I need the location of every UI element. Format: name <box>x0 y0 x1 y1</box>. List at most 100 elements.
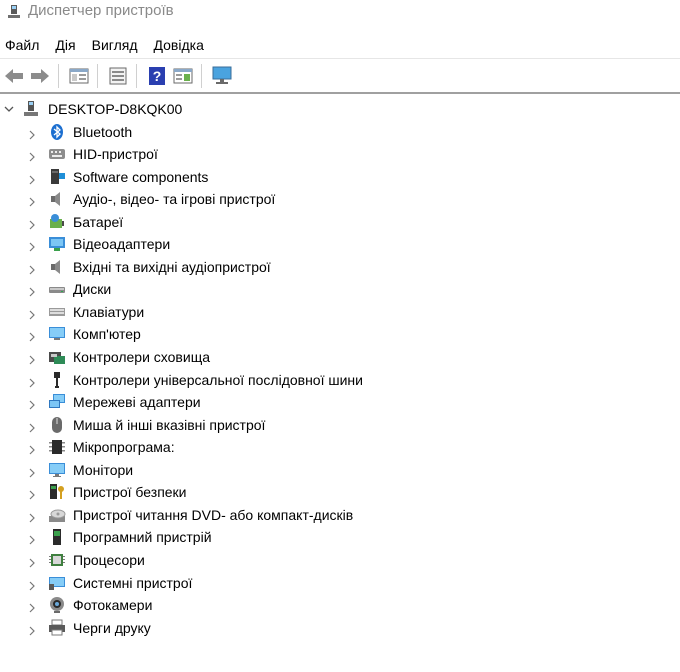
back-button[interactable] <box>2 64 26 88</box>
firmware-chip-icon <box>48 438 66 456</box>
chevron-right-icon[interactable] <box>28 262 36 275</box>
chevron-down-icon[interactable] <box>4 104 14 114</box>
tree-category-label: Контролери універсальної послідовної шин… <box>73 371 363 388</box>
tree-category-node[interactable]: Пристрої читання DVD- або компакт-дисків <box>0 504 680 526</box>
chevron-right-icon[interactable] <box>28 149 36 162</box>
tree-category-label: Процесори <box>73 551 145 568</box>
toolbar-separator <box>201 63 202 88</box>
chevron-right-icon[interactable] <box>28 375 36 387</box>
tree-category-label: Комп'ютер <box>73 326 141 343</box>
toolbar-separator <box>97 63 98 88</box>
tree-category-node[interactable]: Software components <box>0 166 680 188</box>
mouse-icon <box>48 416 66 434</box>
tree-category-node[interactable]: Монітори <box>0 459 680 481</box>
help-icon: ? <box>149 66 165 85</box>
tree-category-node[interactable]: Диски <box>0 278 680 300</box>
tree-category-node[interactable]: Комп'ютер <box>0 323 680 345</box>
tree-category-node[interactable]: Контролери універсальної послідовної шин… <box>0 369 680 391</box>
chevron-right-icon[interactable] <box>28 532 36 545</box>
tree-category-node[interactable]: Bluetooth <box>0 121 680 143</box>
chevron-right-icon[interactable] <box>28 239 36 252</box>
menu-file[interactable]: Файл <box>0 34 44 56</box>
tree-category-node[interactable]: Аудіо-, відео- та ігрові пристрої <box>0 188 680 210</box>
tree-category-node[interactable]: Миша й інші вказівні пристрої <box>0 414 680 436</box>
tree-category-node[interactable]: Мікропрограма: <box>0 436 680 458</box>
chevron-right-icon[interactable] <box>28 555 36 568</box>
tree-category-node[interactable]: HID-пристрої <box>0 143 680 165</box>
device-manager-app-icon <box>8 5 20 18</box>
forward-arrow-icon <box>31 68 49 83</box>
computer-tower-icon <box>24 101 38 116</box>
chevron-right-icon[interactable] <box>28 510 36 523</box>
help-button[interactable]: ? <box>145 64 169 88</box>
tree-category-label: Черги друку <box>73 619 151 636</box>
software-components-icon <box>48 168 66 186</box>
chevron-right-icon[interactable] <box>28 307 36 320</box>
back-arrow-icon <box>5 68 23 83</box>
tree-category-node[interactable]: Контролери сховища <box>0 346 680 368</box>
tree-category-label: HID-пристрої <box>73 146 158 163</box>
tree-category-node[interactable]: Вхідні та вихідні аудіопристрої <box>0 256 680 278</box>
chevron-right-icon[interactable] <box>28 194 36 207</box>
show-hide-tree-button[interactable] <box>67 64 91 88</box>
chevron-right-icon[interactable] <box>28 352 36 365</box>
chevron-right-icon[interactable] <box>28 284 36 297</box>
tree-category-node[interactable]: Системні пристрої <box>0 572 680 594</box>
monitor-icon <box>48 461 66 479</box>
chevron-right-icon[interactable] <box>28 172 36 185</box>
tree-category-node[interactable]: Пристрої безпеки <box>0 481 680 503</box>
menu-help[interactable]: Довідка <box>149 34 209 56</box>
usb-icon <box>48 371 66 389</box>
tree-category-node[interactable]: Фотокамери <box>0 594 680 616</box>
svg-text:?: ? <box>153 68 162 84</box>
forward-button[interactable] <box>28 64 52 88</box>
tree-category-label: Мережеві адаптери <box>73 394 201 411</box>
display-adapter-icon <box>48 235 66 253</box>
chevron-right-icon[interactable] <box>28 600 36 613</box>
tree-category-node[interactable]: Батареї <box>0 211 680 233</box>
speaker-icon <box>48 258 66 276</box>
tree-category-node[interactable]: Відеоадаптери <box>0 233 680 255</box>
chevron-right-icon[interactable] <box>28 487 36 500</box>
chevron-right-icon[interactable] <box>28 442 36 455</box>
chevron-right-icon[interactable] <box>28 420 36 433</box>
bluetooth-icon <box>48 123 66 141</box>
action-pane-button[interactable] <box>171 64 195 88</box>
processor-icon <box>48 551 66 569</box>
tree-category-node[interactable]: Програмний пристрій <box>0 526 680 548</box>
action-pane-icon <box>173 68 193 83</box>
menu-view[interactable]: Вигляд <box>87 34 143 56</box>
toolbar: ? <box>0 58 680 94</box>
tree-category-node[interactable]: Черги друку <box>0 617 680 639</box>
menu-action[interactable]: Дія <box>50 34 80 56</box>
chevron-right-icon[interactable] <box>28 578 36 590</box>
scan-hardware-button[interactable] <box>210 64 234 88</box>
tree-category-label: Миша й інші вказівні пристрої <box>73 416 266 433</box>
chevron-right-icon[interactable] <box>28 465 36 478</box>
disk-icon <box>48 280 66 298</box>
tree-category-label: Software components <box>73 168 209 185</box>
security-key-icon <box>48 483 66 501</box>
dvd-drive-icon <box>48 506 66 524</box>
hid-icon <box>48 145 66 163</box>
chevron-right-icon[interactable] <box>28 329 36 342</box>
chevron-right-icon[interactable] <box>28 623 36 636</box>
properties-button[interactable] <box>106 64 130 88</box>
tree-root-node[interactable]: DESKTOP-D8KQK00 <box>0 98 680 120</box>
speaker-icon <box>48 190 66 208</box>
chevron-right-icon[interactable] <box>28 217 36 230</box>
monitor-scan-icon <box>212 66 232 84</box>
tree-category-node[interactable]: Процесори <box>0 549 680 571</box>
printer-icon <box>48 619 66 637</box>
tree-category-label: Контролери сховища <box>73 349 210 365</box>
tree-category-label: Пристрої читання DVD- або компакт-дисків <box>73 506 354 523</box>
title-bar: Диспетчер пристроїв <box>0 0 680 24</box>
chevron-right-icon[interactable] <box>28 127 36 139</box>
tree-category-label: Фотокамери <box>73 597 153 614</box>
window-title: Диспетчер пристроїв <box>28 2 174 19</box>
menu-bar: Файл Дія Вигляд Довідка <box>0 34 680 56</box>
tree-category-node[interactable]: Клавіатури <box>0 301 680 323</box>
chevron-right-icon[interactable] <box>28 397 36 410</box>
system-devices-icon <box>48 574 66 592</box>
tree-category-node[interactable]: Мережеві адаптери <box>0 391 680 413</box>
